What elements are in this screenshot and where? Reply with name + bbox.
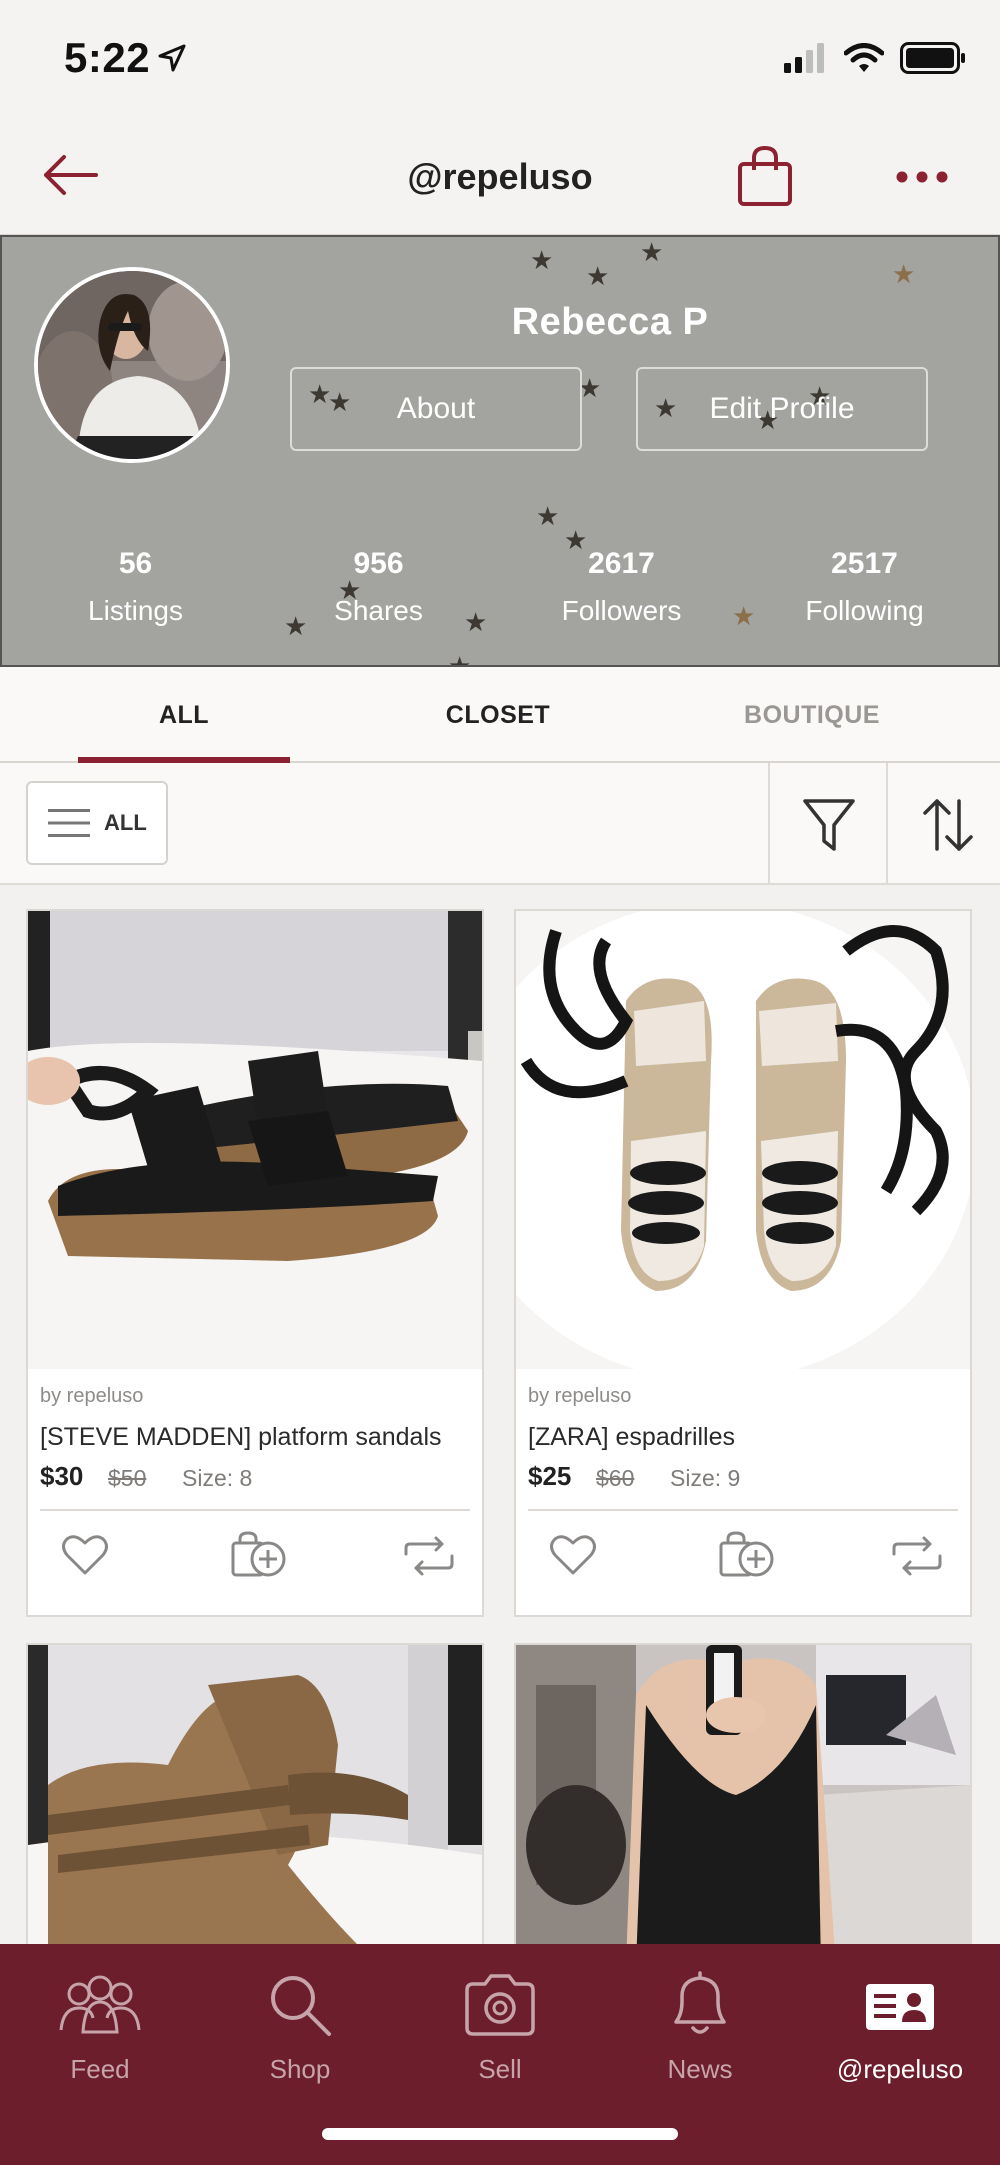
wifi-icon (844, 43, 884, 72)
stat-following[interactable]: 2517 Following (743, 547, 986, 627)
listing-photo[interactable] (28, 911, 482, 1369)
tab-all[interactable]: ALL (78, 701, 290, 730)
listing-price: $25 (528, 1461, 572, 1491)
listing-original-price: $50 (108, 1465, 147, 1491)
avatar-photo (38, 271, 226, 459)
tab-news-label: News (667, 2054, 733, 2084)
tab-sell-label: Sell (478, 2054, 522, 2084)
stat-followers[interactable]: 2617 Followers (500, 547, 743, 627)
tab-sell[interactable]: Sell (400, 1970, 600, 2085)
listing-title[interactable]: [STEVE MADDEN] platform sandals (40, 1423, 442, 1452)
stat-label: Listings (88, 595, 183, 626)
category-menu-button[interactable]: ALL (26, 781, 168, 865)
home-indicator (322, 2128, 678, 2140)
tab-profile-label: @repeluso (836, 2054, 964, 2084)
page-title: @repeluso (407, 156, 593, 197)
share-icon[interactable] (402, 1531, 456, 1579)
nav-bar: @repeluso (0, 110, 1000, 235)
stat-value: 2617 (588, 547, 655, 580)
avatar[interactable] (34, 267, 230, 463)
listing-byline[interactable]: by repeluso (40, 1385, 143, 1408)
listing-byline[interactable]: by repeluso (528, 1385, 631, 1408)
star-decoration: ★ (892, 259, 916, 289)
listing-card[interactable]: by repeluso [ZARA] espadrilles $25 $60 S… (514, 909, 972, 1617)
status-icons (784, 42, 966, 74)
location-arrow-icon (158, 44, 186, 72)
listing-photo[interactable] (516, 1645, 970, 1961)
filter-icon[interactable] (802, 797, 856, 853)
feed-icon (59, 1975, 141, 2034)
stat-value: 956 (353, 547, 404, 580)
star-decoration: ★ (640, 237, 664, 267)
listing-photo[interactable] (28, 1645, 482, 1961)
camera-icon (465, 1974, 535, 2036)
tab-shop-label: Shop (269, 2054, 331, 2084)
heart-icon[interactable] (62, 1531, 108, 1579)
signal-icon (784, 43, 824, 73)
listing-price: $30 (40, 1461, 84, 1491)
tab-feed-label: Feed (70, 2054, 130, 2084)
battery-icon (900, 42, 965, 74)
boots-photo (28, 1645, 482, 1961)
listing-card[interactable]: by repeluso [STEVE MADDEN] platform sand… (26, 909, 484, 1617)
stat-label: Following (805, 595, 924, 626)
tab-shop[interactable]: Shop (200, 1970, 400, 2085)
dress-photo (516, 1645, 970, 1961)
listing-size: Size: 8 (182, 1465, 253, 1491)
filter-bar: ALL (0, 763, 1000, 885)
add-to-bundle-icon[interactable] (230, 1531, 290, 1579)
status-time: 5:22 (64, 34, 151, 81)
stat-label: Shares (334, 595, 423, 626)
stat-value: 56 (118, 547, 153, 580)
profile-header: ★ ★ ★ ★ ★ ★ ★ ★ ★ ★ ★ ★ ★ ★ ★ ★ ★ Rebecc… (0, 235, 1000, 667)
closet-tabs: ALL CLOSET BOUTIQUE (0, 667, 1000, 763)
bell-icon (674, 1971, 726, 2034)
stat-label: Followers (561, 595, 682, 626)
heart-icon[interactable] (550, 1531, 596, 1579)
menu-icon (48, 809, 90, 837)
star-decoration: ★ (448, 651, 472, 667)
tab-closet[interactable]: CLOSET (398, 701, 598, 730)
more-icon[interactable] (896, 170, 948, 184)
add-to-bundle-icon[interactable] (718, 1531, 778, 1579)
tab-boutique[interactable]: BOUTIQUE (712, 701, 912, 730)
stat-shares[interactable]: 956 Shares (257, 547, 500, 627)
espadrilles-photo (516, 911, 970, 1369)
stat-listings[interactable]: 56 Listings (14, 547, 257, 627)
shopping-bag-icon[interactable] (736, 144, 794, 208)
search-icon (271, 1976, 331, 2036)
about-button[interactable]: About (290, 367, 582, 451)
profile-card-icon (866, 1984, 934, 2030)
sandals-photo (28, 911, 482, 1369)
share-icon[interactable] (890, 1531, 944, 1579)
listing-original-price: $60 (596, 1465, 635, 1491)
sort-icon[interactable] (920, 797, 976, 853)
category-menu-label: ALL (104, 810, 147, 835)
tab-feed[interactable]: Feed (0, 1970, 200, 2085)
star-decoration: ★ (586, 261, 610, 291)
star-decoration: ★ (530, 245, 554, 275)
listing-photo[interactable] (516, 911, 970, 1369)
profile-name: Rebecca P (511, 301, 709, 343)
star-decoration: ★ (536, 501, 560, 531)
divider (40, 1509, 470, 1511)
listing-size: Size: 9 (670, 1465, 741, 1491)
divider (528, 1509, 958, 1511)
stat-value: 2517 (831, 547, 898, 580)
status-bar: 5:22 (0, 0, 1000, 110)
tab-profile[interactable]: @repeluso (800, 1970, 1000, 2085)
edit-profile-button[interactable]: Edit Profile (636, 367, 928, 451)
divider (886, 763, 888, 883)
tab-news[interactable]: News (600, 1970, 800, 2085)
listing-title[interactable]: [ZARA] espadrilles (528, 1423, 735, 1452)
profile-stats: 56 Listings 956 Shares 2617 Followers 25… (2, 547, 998, 627)
divider (768, 763, 770, 883)
listing-card[interactable] (26, 1643, 484, 1963)
listing-card[interactable] (514, 1643, 972, 1963)
